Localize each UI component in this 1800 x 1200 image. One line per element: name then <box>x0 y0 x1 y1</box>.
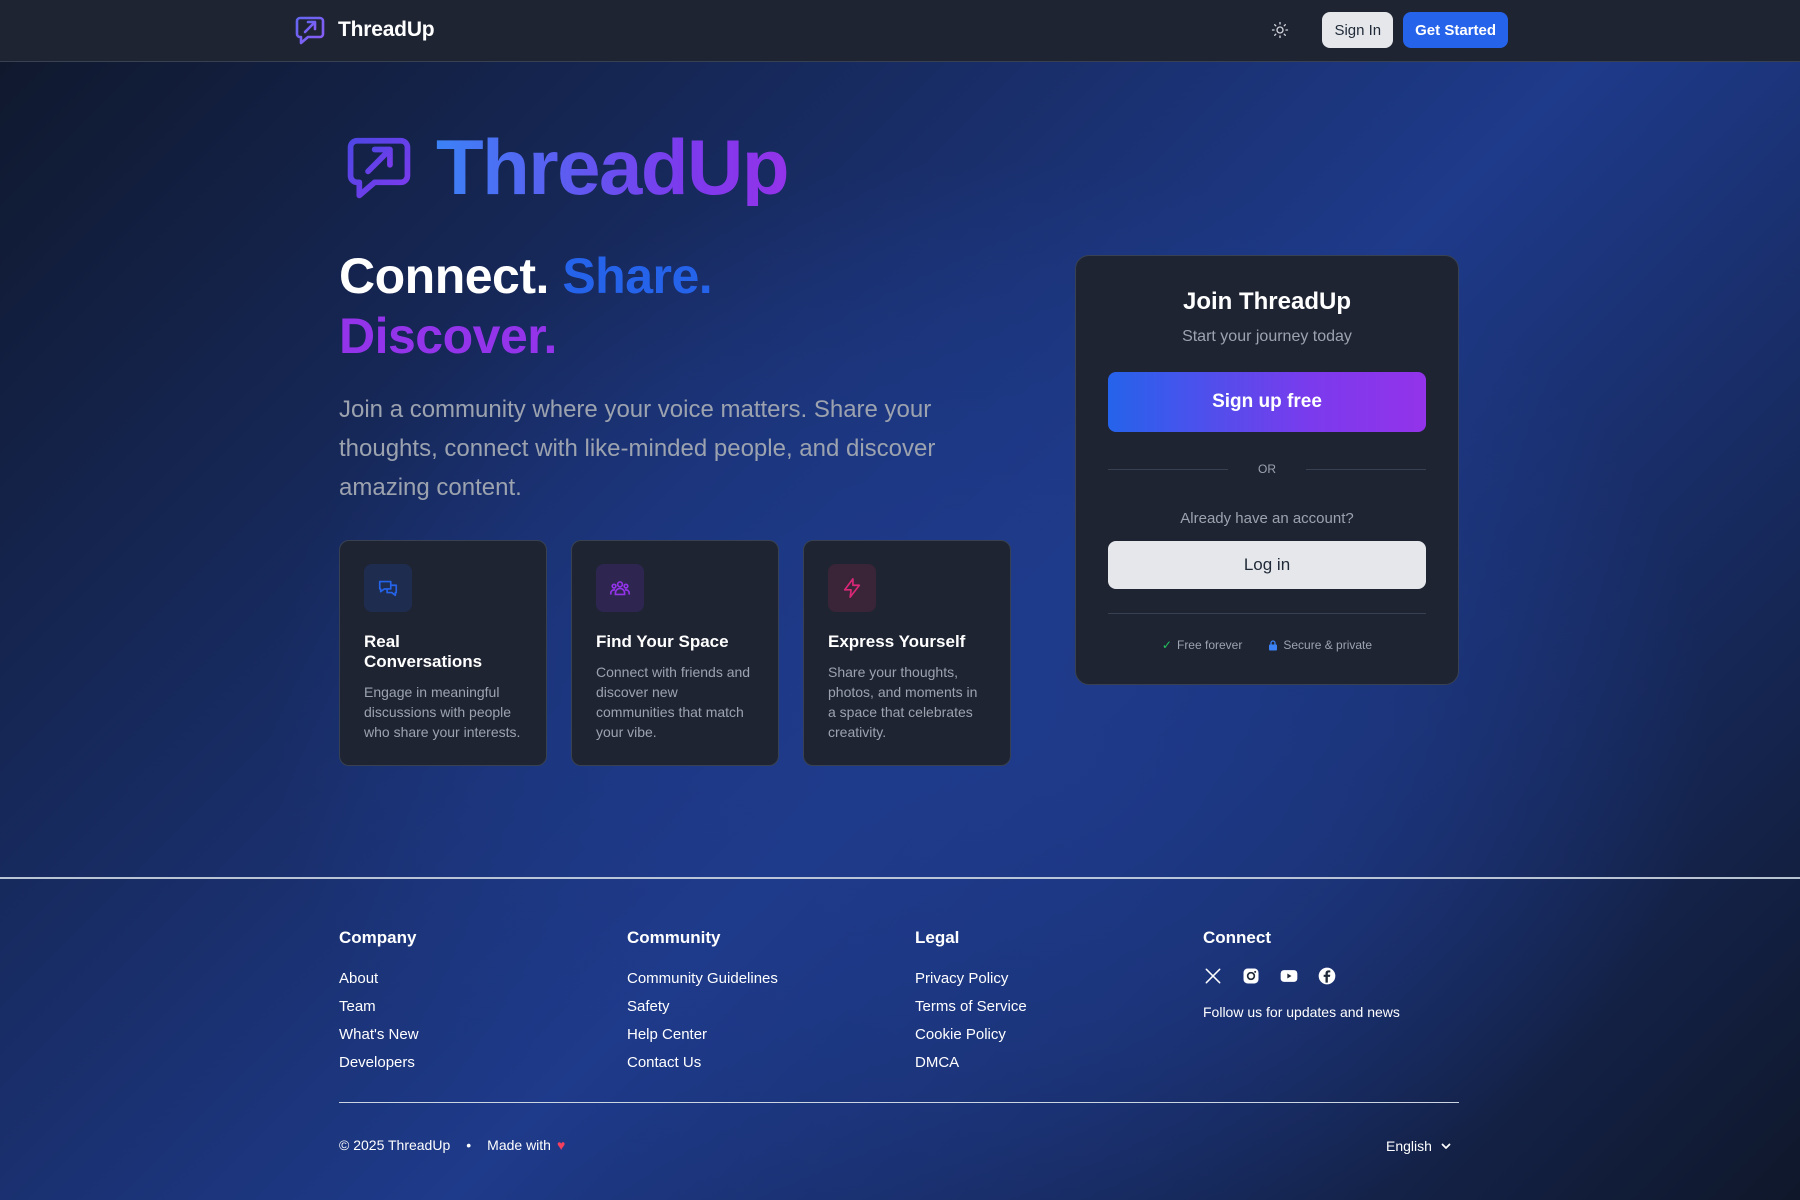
hero-headline: Connect. Share. Discover. <box>339 246 939 366</box>
footer-link-developers[interactable]: Developers <box>339 1049 627 1077</box>
x-icon[interactable] <box>1203 966 1223 986</box>
headline-word-connect: Connect. <box>339 248 549 304</box>
divider-line <box>1306 468 1426 470</box>
join-subtitle: Start your journey today <box>1182 328 1352 345</box>
assurances: ✓ Free forever Secure & private <box>1108 638 1426 652</box>
footer-bottom-divider <box>339 1102 1459 1103</box>
instagram-icon[interactable] <box>1241 966 1261 986</box>
get-started-button[interactable]: Get Started <box>1403 12 1508 48</box>
social-links <box>1203 965 1491 987</box>
footer-col-company: Company About Team What's New Developers <box>339 928 627 1077</box>
heart-icon: ♥ <box>556 1137 566 1153</box>
feature-card-space: Find Your Space Connect with friends and… <box>571 540 779 766</box>
assurance-free-label: Free forever <box>1176 638 1243 652</box>
bullet-separator: • <box>466 1137 472 1153</box>
footer-col-title: Community <box>627 928 721 947</box>
footer-col-community: Community Community Guidelines Safety He… <box>627 928 915 1077</box>
nav-actions: Sign In Get Started <box>1262 12 1508 48</box>
join-card: Join ThreadUp Start your journey today S… <box>1075 255 1459 685</box>
already-account-text: Already have an account? <box>1180 510 1354 527</box>
hero-logo-text: ThreadUp <box>436 123 790 211</box>
sign-up-free-button[interactable]: Sign up free <box>1108 372 1426 432</box>
feature-text: Share your thoughts, photos, and moments… <box>828 664 978 740</box>
language-select[interactable]: English <box>1386 1138 1452 1154</box>
footer-col-title: Connect <box>1203 928 1271 947</box>
divider-line <box>1108 468 1228 470</box>
footer-link-whats-new[interactable]: What's New <box>339 1021 627 1049</box>
footer-col-legal: Legal Privacy Policy Terms of Service Co… <box>915 928 1203 1077</box>
check-icon: ✓ <box>1161 638 1172 652</box>
feature-card-express: Express Yourself Share your thoughts, ph… <box>803 540 1011 766</box>
brand-name: ThreadUp <box>338 18 435 41</box>
headline-word-share: Share. <box>562 248 713 304</box>
sign-in-button[interactable]: Sign In <box>1322 12 1394 48</box>
feature-icon-wrap <box>828 564 876 612</box>
feature-icon-wrap <box>364 564 412 612</box>
footer-col-title: Company <box>339 928 417 947</box>
footer-link-about[interactable]: About <box>339 965 627 993</box>
top-nav: ThreadUp Sign In Get Started <box>0 0 1800 62</box>
feature-cards: Real Conversations Engage in meaningful … <box>339 540 1011 766</box>
lightning-icon <box>843 578 861 598</box>
language-label: English <box>1386 1138 1432 1154</box>
footer-divider <box>0 877 1800 879</box>
copyright-row: © 2025 ThreadUp • Made with ♥ <box>339 1137 565 1153</box>
footer-link-dmca[interactable]: DMCA <box>915 1049 1203 1077</box>
footer-col-title: Legal <box>915 928 960 947</box>
sun-icon <box>1272 21 1289 39</box>
made-with-text: Made with <box>487 1137 551 1153</box>
footer-link-cookies[interactable]: Cookie Policy <box>915 1021 1203 1049</box>
footer-link-help-center[interactable]: Help Center <box>627 1021 915 1049</box>
footer-link-team[interactable]: Team <box>339 993 627 1021</box>
feature-title: Express Yourself <box>828 632 966 651</box>
feature-title: Find Your Space <box>596 632 729 651</box>
feature-text: Engage in meaningful discussions with pe… <box>364 684 521 740</box>
assurance-free: ✓ Free forever <box>1162 638 1242 652</box>
brand-link[interactable]: ThreadUp <box>294 13 435 47</box>
landing-page: ThreadUp Sign In Get Started ThreadUp Co… <box>0 0 1800 1200</box>
theme-toggle-button[interactable] <box>1262 12 1298 48</box>
hero-description: Join a community where your voice matter… <box>339 396 936 501</box>
chat-bubbles-icon <box>378 580 398 597</box>
join-title: Join ThreadUp <box>1182 288 1351 315</box>
assurance-secure-label: Secure & private <box>1283 638 1373 652</box>
feature-title: Real Conversations <box>364 632 483 671</box>
footer-col-connect: Connect Follow us for updates and news <box>1203 928 1491 1077</box>
footer: Company About Team What's New Developers… <box>339 928 1491 1077</box>
facebook-icon[interactable] <box>1317 966 1337 986</box>
footer-link-contact[interactable]: Contact Us <box>627 1049 915 1077</box>
copyright-text: © 2025 ThreadUp <box>339 1137 451 1153</box>
or-divider: OR <box>1108 462 1426 476</box>
card-divider <box>1108 613 1426 614</box>
footer-link-safety[interactable]: Safety <box>627 993 915 1021</box>
feature-icon-wrap <box>596 564 644 612</box>
or-text: OR <box>1258 462 1276 476</box>
hero-logo: ThreadUp <box>344 123 790 211</box>
youtube-icon[interactable] <box>1279 966 1299 986</box>
footer-link-privacy[interactable]: Privacy Policy <box>915 965 1203 993</box>
chevron-down-icon <box>1441 1143 1451 1149</box>
footer-link-guidelines[interactable]: Community Guidelines <box>627 965 915 993</box>
arrow-bubble-logo-icon <box>295 16 325 45</box>
follow-text: Follow us for updates and news <box>1203 1004 1400 1020</box>
arrow-bubble-logo-icon <box>347 137 411 199</box>
lock-icon <box>1268 639 1278 651</box>
assurance-secure: Secure & private <box>1268 638 1372 652</box>
footer-link-terms[interactable]: Terms of Service <box>915 993 1203 1021</box>
users-group-icon <box>610 581 630 596</box>
feature-text: Connect with friends and discover new co… <box>596 664 751 740</box>
headline-word-discover: Discover. <box>339 308 557 364</box>
feature-card-conversations: Real Conversations Engage in meaningful … <box>339 540 547 766</box>
log-in-button[interactable]: Log in <box>1108 541 1426 589</box>
